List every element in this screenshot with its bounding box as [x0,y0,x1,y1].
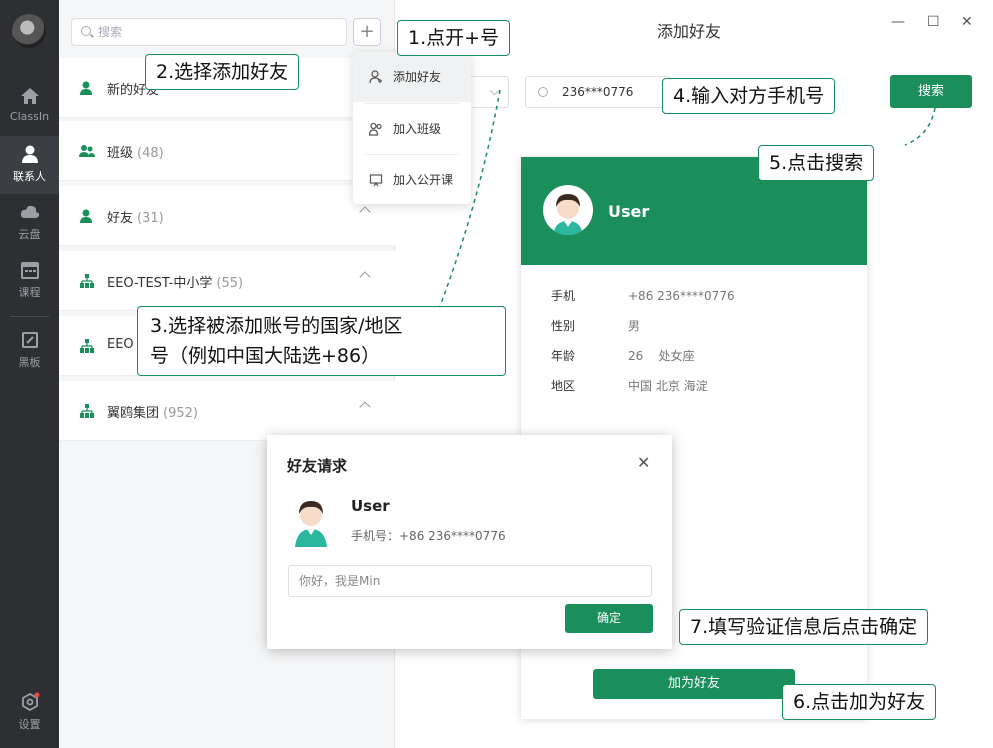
home-icon [20,88,39,104]
verification-message-input[interactable]: 你好，我是Min [288,565,652,597]
rail-label: 课程 [18,286,41,299]
add-friend-button[interactable]: 加为好友 [593,669,795,699]
group-friends[interactable]: 好友 (31) [59,186,395,246]
rail-label: 联系人 [13,170,46,183]
plus-dropdown-menu: 添加好友 加入班级 加入公开课 [353,52,471,204]
menu-item-label: 加入公开课 [393,173,454,187]
dialog-close-icon[interactable]: ✕ [637,453,650,472]
menu-item-label: 添加好友 [393,70,442,84]
callout-step-5: 5.点击搜索 [758,145,875,181]
group-name: EEO-TEST-中小学 [107,276,213,291]
calendar-icon [20,262,39,279]
dialog-username: User [351,497,390,515]
minimize-button[interactable]: — [891,14,905,30]
contacts-icon [21,145,38,163]
friend-request-dialog: 好友请求 ✕ User 手机号：+86 236****0776 你好，我是Min… [267,435,672,649]
group-name: EEO [107,337,134,352]
phone-search-input[interactable]: 236***0776 [525,76,671,108]
rail-item-classin[interactable]: ClassIn [0,78,59,136]
chevron-up-icon[interactable] [359,401,371,413]
users-icon [79,145,95,157]
group-count: (55) [216,276,244,291]
screen-icon [369,174,383,187]
group-classes[interactable]: 班级 (48) [59,121,395,181]
group-name: 翼鸥集团 [107,406,160,421]
rail-divider [10,316,49,317]
group-eeo-test[interactable]: EEO-TEST-中小学 (55) [59,251,395,311]
group-icon [369,122,382,136]
chevron-up-icon[interactable] [359,271,371,283]
rail-item-contacts[interactable]: 联系人 [0,136,59,194]
user-avatar[interactable] [12,14,46,48]
left-rail: ClassIn 联系人 云盘 课程 黑板 设置 [0,0,59,748]
profile-row-gender: 性别男 [551,319,641,333]
rail-label: ClassIn [9,110,50,123]
rail-item-cloud[interactable]: 云盘 [0,194,59,252]
profile-row-age: 年龄 26 处女座 [551,349,695,363]
rail-item-blackboard[interactable]: 黑板 [0,322,59,380]
phone-value: 236***0776 [562,85,634,99]
profile-row-region: 地区 中国 北京 海淀 [551,379,708,393]
chevron-down-icon [489,85,500,96]
rail-label: 黑板 [18,356,41,369]
blackboard-icon [21,332,38,348]
add-user-icon [369,70,382,84]
org-icon [80,339,94,353]
callout-step-3: 3.选择被添加账号的国家/地区 号（例如中国大陆选+86） [137,306,506,376]
settings-icon [21,692,39,712]
avatar [291,495,331,547]
group-name: 班级 [107,146,134,161]
callout-step-4: 4.输入对方手机号 [662,78,836,114]
search-placeholder: 搜索 [98,25,123,39]
group-count: (31) [137,211,164,226]
menu-item-label: 加入班级 [393,122,442,136]
menu-item-join-open-class[interactable]: 加入公开课 [353,155,471,205]
callout-step-6: 6.点击加为好友 [782,684,937,720]
window-title: 添加好友 [657,22,722,41]
menu-item-join-class[interactable]: 加入班级 [353,104,471,154]
user-icon [80,81,92,95]
chevron-up-icon[interactable] [359,206,371,218]
group-count: (48) [137,146,164,161]
rail-label: 云盘 [18,228,41,241]
search-button[interactable]: 搜索 [890,75,972,108]
org-icon [80,404,94,418]
org-icon [80,274,94,288]
dialog-phone: 手机号：+86 236****0776 [351,529,506,543]
profile-username: User [608,202,650,221]
contacts-search-input[interactable]: 搜索 [71,18,347,46]
profile-row-phone: 手机 +86 236****0776 [551,289,735,303]
callout-step-7: 7.填写验证信息后点击确定 [679,609,929,645]
dialog-title: 好友请求 [287,457,348,475]
rail-label: 设置 [18,718,41,731]
group-yiou[interactable]: 翼鸥集团 (952) [59,381,395,441]
rail-item-settings[interactable]: 设置 [0,684,59,742]
rail-item-courses[interactable]: 课程 [0,252,59,310]
plus-button[interactable]: + [353,18,381,46]
search-icon [81,26,91,36]
callout-step-1: 1.点开+号 [397,20,511,56]
confirm-button[interactable]: 确定 [565,604,653,633]
close-button[interactable]: ✕ [961,14,973,30]
group-count: (952) [163,406,198,421]
cloud-icon [20,205,39,218]
avatar [543,185,593,235]
search-icon [538,87,548,97]
maximize-button[interactable]: ☐ [927,14,940,30]
menu-item-add-friend[interactable]: 添加好友 [353,52,471,102]
user-icon [80,209,92,223]
group-name: 好友 [107,211,134,226]
callout-step-2: 2.选择添加好友 [145,54,300,90]
